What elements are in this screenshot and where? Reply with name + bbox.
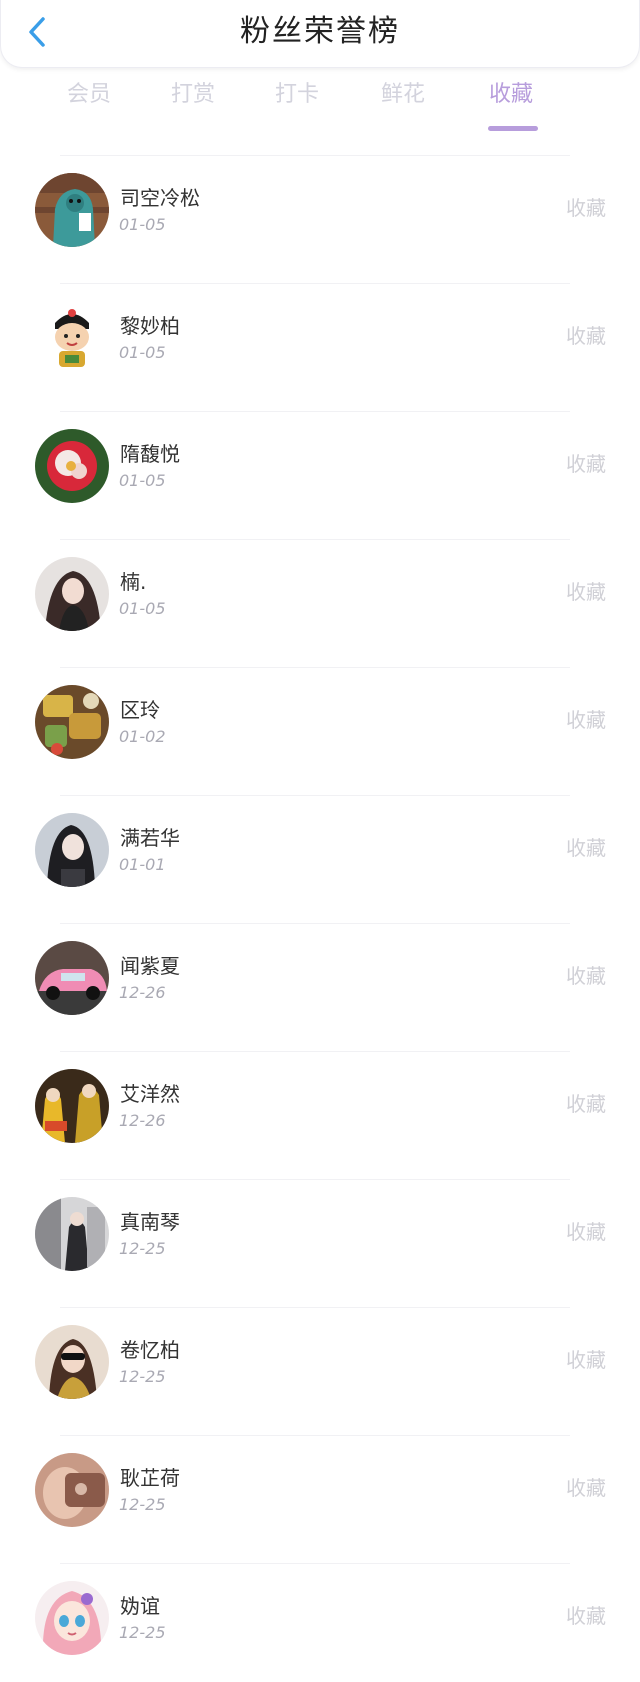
avatar[interactable] (35, 1453, 109, 1527)
favorite-label: 收藏 (566, 708, 606, 732)
fan-date: 01-05 (119, 215, 166, 234)
divider (60, 1307, 570, 1308)
divider (60, 155, 570, 156)
tab-label: 会员 (66, 82, 111, 107)
fan-name: 司空冷松 (120, 186, 200, 210)
divider (60, 283, 570, 284)
tab-favorites[interactable]: 收藏 (466, 80, 556, 131)
avatar[interactable] (35, 557, 109, 631)
favorite-label: 收藏 (566, 836, 606, 860)
fan-date: 12-26 (119, 1111, 166, 1130)
list-item[interactable]: 闻紫夏 12-26 收藏 (0, 923, 640, 1051)
list-item[interactable]: 隋馥悦 01-05 收藏 (0, 411, 640, 539)
tab-reward[interactable]: 打赏 (148, 80, 238, 110)
list-item[interactable]: 司空冷松 01-05 收藏 (0, 155, 640, 283)
divider (60, 1179, 570, 1180)
fan-date: 01-05 (119, 343, 166, 362)
favorite-label: 收藏 (566, 1092, 606, 1116)
tab-flowers[interactable]: 鲜花 (358, 80, 448, 110)
tab-member[interactable]: 会员 (44, 80, 134, 110)
fan-name: 区玲 (120, 698, 160, 722)
list-item[interactable]: 艾洋然 12-26 收藏 (0, 1051, 640, 1179)
tab-bar: 会员 打赏 打卡 鲜花 收藏 (0, 80, 640, 136)
avatar[interactable] (35, 1069, 109, 1143)
list-item[interactable]: 满若华 01-01 收藏 (0, 795, 640, 923)
divider (60, 539, 570, 540)
fan-date: 01-02 (119, 727, 166, 746)
avatar[interactable] (35, 941, 109, 1015)
favorite-label: 收藏 (566, 1604, 606, 1628)
fan-date: 01-05 (119, 599, 166, 618)
fan-name: 满若华 (120, 826, 180, 850)
fan-honor-page: 粉丝荣誉榜 会员 打赏 打卡 鲜花 收藏 司空冷松 01-05 收藏 黎妙柏 0… (0, 0, 640, 1682)
list-item[interactable]: 耿芷荷 12-25 收藏 (0, 1435, 640, 1563)
divider (60, 667, 570, 668)
divider (60, 1051, 570, 1052)
favorite-label: 收藏 (566, 1348, 606, 1372)
avatar[interactable] (35, 813, 109, 887)
favorite-label: 收藏 (566, 1220, 606, 1244)
favorite-label: 收藏 (566, 1476, 606, 1500)
fan-name: 卷忆柏 (120, 1338, 180, 1362)
list-item[interactable]: 妫谊 12-25 收藏 (0, 1563, 640, 1682)
list-item[interactable]: 真南琴 12-25 收藏 (0, 1179, 640, 1307)
tab-label: 鲜花 (380, 82, 425, 107)
avatar[interactable] (35, 429, 109, 503)
fan-name: 耿芷荷 (120, 1466, 180, 1490)
fan-list: 司空冷松 01-05 收藏 黎妙柏 01-05 收藏 隋馥悦 01-05 收藏 … (0, 155, 640, 1682)
favorite-label: 收藏 (566, 964, 606, 988)
fan-name: 闻紫夏 (120, 954, 180, 978)
fan-date: 12-25 (119, 1239, 166, 1258)
fan-name: 黎妙柏 (120, 314, 180, 338)
fan-date: 12-25 (119, 1623, 166, 1642)
list-item[interactable]: 黎妙柏 01-05 收藏 (0, 283, 640, 411)
top-bar: 粉丝荣誉榜 (0, 0, 640, 68)
list-item[interactable]: 卷忆柏 12-25 收藏 (0, 1307, 640, 1435)
list-item[interactable]: 区玲 01-02 收藏 (0, 667, 640, 795)
tab-label: 打卡 (274, 82, 319, 107)
fan-name: 真南琴 (120, 1210, 180, 1234)
fan-name: 艾洋然 (120, 1082, 180, 1106)
fan-date: 12-25 (119, 1495, 166, 1514)
favorite-label: 收藏 (566, 580, 606, 604)
avatar[interactable] (35, 1325, 109, 1399)
divider (60, 1563, 570, 1564)
fan-name: 妫谊 (120, 1594, 160, 1618)
tab-label: 打赏 (170, 82, 215, 107)
avatar[interactable] (35, 301, 109, 375)
fan-name: 隋馥悦 (120, 442, 180, 466)
list-item[interactable]: 楠. 01-05 收藏 (0, 539, 640, 667)
fan-date: 01-01 (119, 855, 166, 874)
avatar[interactable] (35, 173, 109, 247)
favorite-label: 收藏 (566, 324, 606, 348)
divider (60, 1435, 570, 1436)
avatar[interactable] (35, 1197, 109, 1271)
divider (60, 411, 570, 412)
favorite-label: 收藏 (566, 452, 606, 476)
fan-date: 12-26 (119, 983, 166, 1002)
fan-name: 楠. (120, 570, 147, 594)
divider (60, 795, 570, 796)
tab-label: 收藏 (488, 82, 533, 107)
active-tab-indicator (488, 126, 538, 131)
divider (60, 923, 570, 924)
avatar[interactable] (35, 1581, 109, 1655)
favorite-label: 收藏 (566, 196, 606, 220)
fan-date: 01-05 (119, 471, 166, 490)
page-title: 粉丝荣誉榜 (240, 14, 400, 49)
tab-checkin[interactable]: 打卡 (252, 80, 342, 110)
fan-date: 12-25 (119, 1367, 166, 1386)
avatar[interactable] (35, 685, 109, 759)
